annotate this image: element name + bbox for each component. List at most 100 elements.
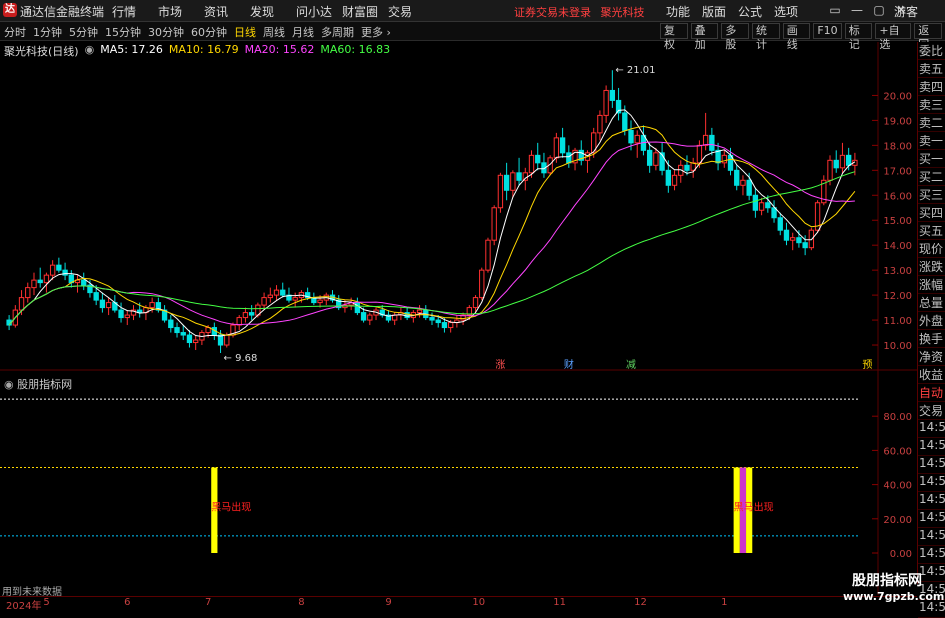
period-tab-7[interactable]: 周线	[263, 24, 285, 40]
signal-label: 黑马出现	[211, 500, 251, 513]
quote-field-29: 14:56	[918, 564, 945, 582]
candle-body	[37, 279, 43, 284]
y-tick-label: 20.00	[883, 91, 912, 102]
menu-item-wealth[interactable]: 财富圈	[342, 3, 388, 20]
x-axis-label: 2024年	[6, 601, 42, 612]
candle-body	[746, 179, 752, 196]
tool-button-8[interactable]: 返回	[914, 23, 942, 51]
candle-body	[777, 217, 783, 231]
x-axis-label: 11	[553, 597, 566, 608]
candle-body	[535, 154, 541, 164]
guest-account[interactable]: 游客	[894, 3, 918, 20]
lower-y-tick-label: 60.00	[883, 446, 912, 457]
period-tab-4[interactable]: 30分钟	[148, 24, 184, 40]
period-tab-0[interactable]: 分时	[4, 24, 26, 40]
menu-item-function[interactable]: 功能	[666, 3, 690, 20]
candle-body	[435, 319, 441, 324]
candle-body	[503, 174, 510, 191]
candle-body	[628, 129, 634, 144]
candle-body	[416, 309, 423, 314]
maximize-icon[interactable]: ▢	[868, 3, 890, 17]
quote-field-12: 涨跌	[918, 258, 945, 276]
candle-body	[665, 169, 671, 186]
y-tick-label: 18.00	[883, 141, 912, 152]
login-status: 证券交易未登录	[514, 6, 591, 19]
lower-y-tick-label: 40.00	[883, 481, 912, 492]
tool-button-5[interactable]: F10	[813, 23, 842, 39]
event-marker[interactable]: 减	[626, 359, 636, 371]
candle-body	[56, 264, 62, 271]
x-axis-label: 10	[472, 597, 486, 608]
candle-body	[261, 297, 267, 306]
candle-body	[149, 302, 155, 309]
x-axis-label: 12	[634, 597, 647, 608]
candle-body	[236, 317, 242, 326]
candle-body	[796, 237, 802, 244]
x-axis-label: 6	[124, 597, 131, 608]
menu-item-layout[interactable]: 版面	[702, 3, 726, 20]
quote-field-9: 买四	[918, 204, 945, 222]
tool-button-6[interactable]: 标记	[844, 23, 873, 51]
quote-field-27: 14:56	[918, 528, 945, 546]
quote-field-5: 卖一	[918, 132, 945, 150]
event-marker[interactable]: 财	[564, 358, 574, 371]
period-tab-2[interactable]: 5分钟	[69, 24, 98, 40]
menu-item-discover[interactable]: 发现	[250, 3, 296, 20]
candle-body	[118, 309, 124, 319]
menu-item-news[interactable]: 资讯	[204, 3, 250, 20]
menu-item-trade[interactable]: 交易	[388, 3, 434, 20]
y-tick-label: 10.00	[883, 341, 912, 352]
lower-y-tick-label: 80.00	[883, 412, 912, 423]
quote-field-10: 买五	[918, 222, 945, 240]
candle-body	[497, 174, 504, 209]
chart-area[interactable]: 10.00 11.00 12.00 13.00 14.00 15.00 16.00 17.00…	[0, 40, 917, 600]
quote-field-22: 14:56	[918, 438, 945, 456]
quote-field-18: 收益	[918, 366, 945, 384]
login-notice[interactable]: 证券交易未登录 聚光科技	[514, 4, 645, 20]
menu-item-options[interactable]: 选项	[774, 3, 798, 20]
candle-body	[734, 169, 740, 186]
candle-body	[752, 194, 759, 211]
candle-body	[93, 292, 99, 301]
menu-item-market[interactable]: 市场	[158, 3, 204, 20]
tool-button-1[interactable]: 叠加	[690, 23, 719, 51]
candle-body	[168, 319, 174, 329]
period-tab-8[interactable]: 月线	[292, 24, 314, 40]
period-tab-9[interactable]: 多周期	[321, 24, 354, 40]
quote-field-24: 14:56	[918, 474, 945, 492]
period-tab-5[interactable]: 60分钟	[191, 24, 227, 40]
candle-body	[609, 89, 616, 101]
x-axis-label: 7	[205, 597, 212, 608]
tool-button-3[interactable]: 统计	[752, 23, 780, 51]
tool-button-4[interactable]: 画线	[782, 23, 811, 51]
tool-button-7[interactable]: +自选	[875, 23, 912, 51]
tool-button-0[interactable]: 复权	[660, 23, 688, 51]
restore-icon[interactable]: ▭	[824, 3, 846, 17]
event-marker[interactable]: 预	[862, 359, 872, 371]
minimize-icon[interactable]: —	[846, 3, 868, 17]
quote-field-0: 委比	[918, 42, 945, 60]
period-tab-10[interactable]: 更多 ›	[361, 24, 391, 40]
candle-body	[827, 159, 833, 181]
period-tab-3[interactable]: 15分钟	[105, 24, 141, 40]
indicator-settings-icon[interactable]: ◉	[4, 378, 14, 391]
event-marker[interactable]: 涨	[495, 359, 505, 371]
menu-item-formula[interactable]: 公式	[738, 3, 762, 20]
candle-body	[783, 229, 790, 241]
period-tab-6[interactable]: 日线	[234, 24, 256, 40]
menu-item-ask[interactable]: 问小达	[296, 3, 342, 20]
candle-body	[472, 297, 479, 309]
candle-body	[367, 314, 373, 321]
y-tick-label: 12.00	[883, 291, 912, 302]
candle-body	[43, 274, 50, 284]
watermark-url: www.7gpzb.com	[843, 590, 945, 603]
menu-item-quotes[interactable]: 行情	[112, 3, 158, 20]
tool-button-2[interactable]: 多股	[721, 23, 750, 51]
quote-field-25: 14:56	[918, 492, 945, 510]
quote-field-7: 买二	[918, 168, 945, 186]
low-price-label: ← 9.68	[224, 353, 258, 364]
candle-body	[522, 172, 528, 181]
candle-body	[360, 312, 367, 321]
notice-stock-name: 聚光科技	[600, 6, 645, 19]
period-tab-1[interactable]: 1分钟	[33, 24, 62, 40]
